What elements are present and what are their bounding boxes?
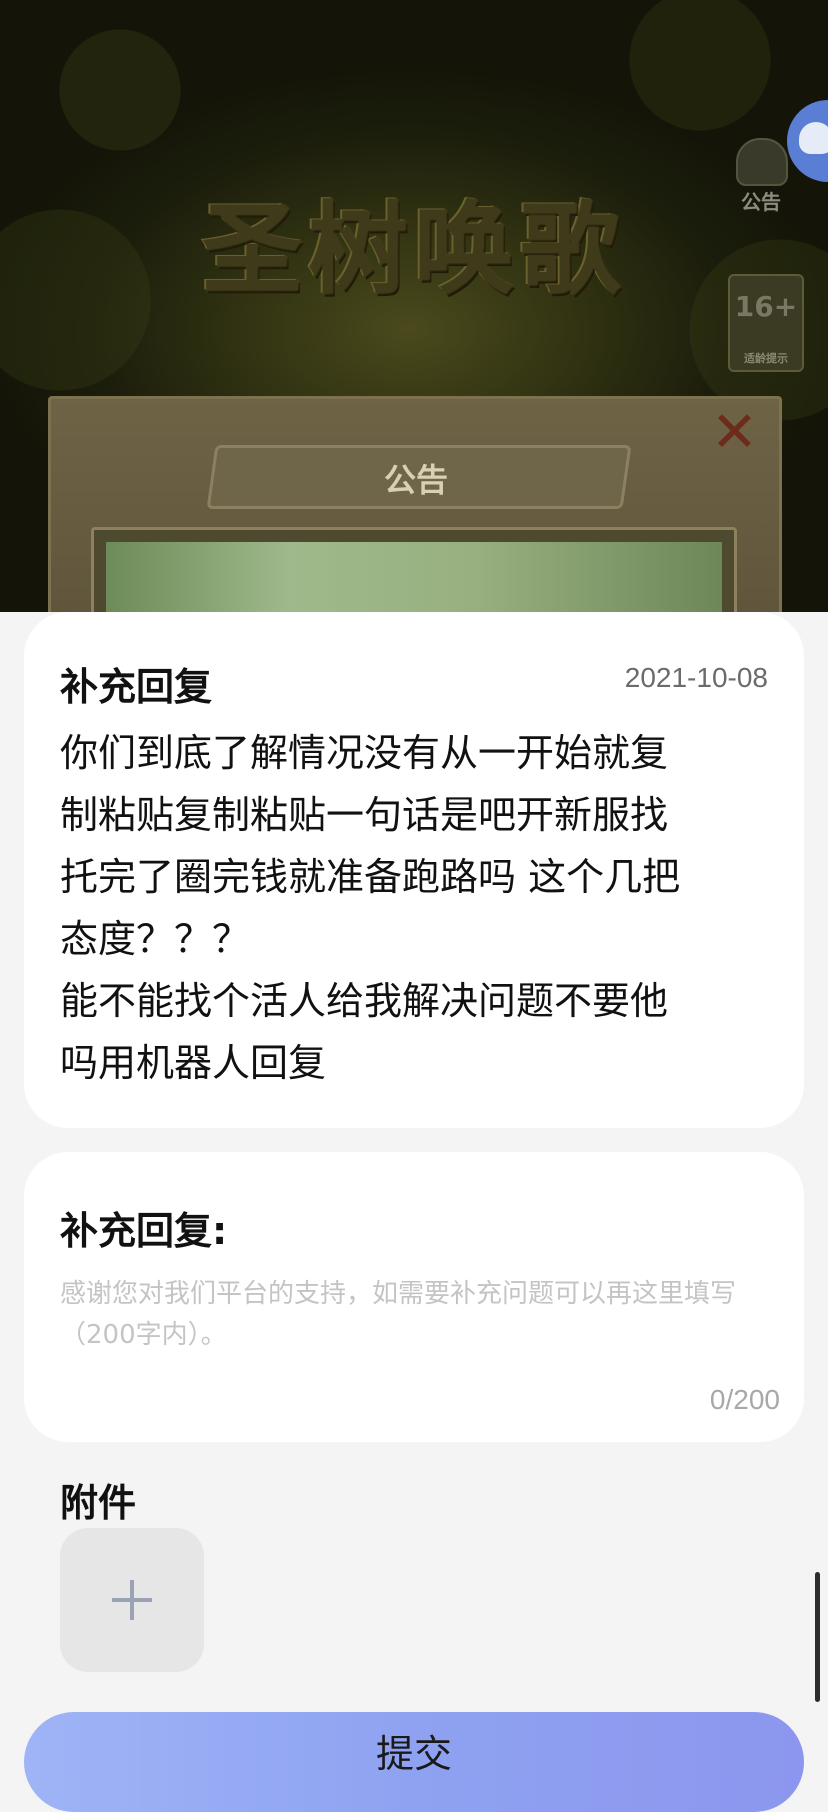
game-announcement-dialog: 公告 ✕ <box>48 396 782 612</box>
add-attachment-button[interactable] <box>60 1528 204 1672</box>
scrollbar[interactable] <box>815 1572 820 1702</box>
supplement-form-card: 补充回复: 0/200 <box>24 1152 804 1442</box>
announcement-title: 公告 <box>383 461 448 499</box>
attachment-label: 附件 <box>60 1481 137 1525</box>
game-background: 圣树唤歌 公告 16+ 适龄提示 公告 ✕ <box>0 0 828 612</box>
game-notice-button[interactable]: 公告 <box>726 138 796 218</box>
supplement-input[interactable] <box>60 1274 772 1370</box>
feedback-sheet: 补充回复 2021-10-08 你们到底了解情况没有从一开始就复 制粘贴复制粘贴… <box>0 612 828 1812</box>
reply-card: 补充回复 2021-10-08 你们到底了解情况没有从一开始就复 制粘贴复制粘贴… <box>24 612 804 1128</box>
game-notice-label: 公告 <box>741 190 781 214</box>
reply-body: 你们到底了解情况没有从一开始就复 制粘贴复制粘贴一句话是吧开新服找 托完了圈完钱… <box>60 731 681 1085</box>
age-rating-badge[interactable]: 16+ 适龄提示 <box>728 274 804 372</box>
announcement-image <box>106 542 722 612</box>
announcement-image-frame <box>91 527 737 612</box>
game-title: 圣树唤歌 <box>202 190 626 308</box>
char-counter: 0/200 <box>709 1384 780 1415</box>
age-rating-tip: 适龄提示 <box>744 352 788 365</box>
supplement-label: 补充回复: <box>60 1209 228 1253</box>
notice-icon <box>736 138 788 186</box>
reply-title: 补充回复 <box>60 665 213 709</box>
submit-button[interactable]: 提交 <box>24 1712 804 1812</box>
age-rating-number: 16+ <box>734 290 798 323</box>
close-icon[interactable]: ✕ <box>711 405 758 461</box>
reply-date: 2021-10-08 <box>624 662 768 693</box>
plus-icon <box>112 1580 152 1620</box>
